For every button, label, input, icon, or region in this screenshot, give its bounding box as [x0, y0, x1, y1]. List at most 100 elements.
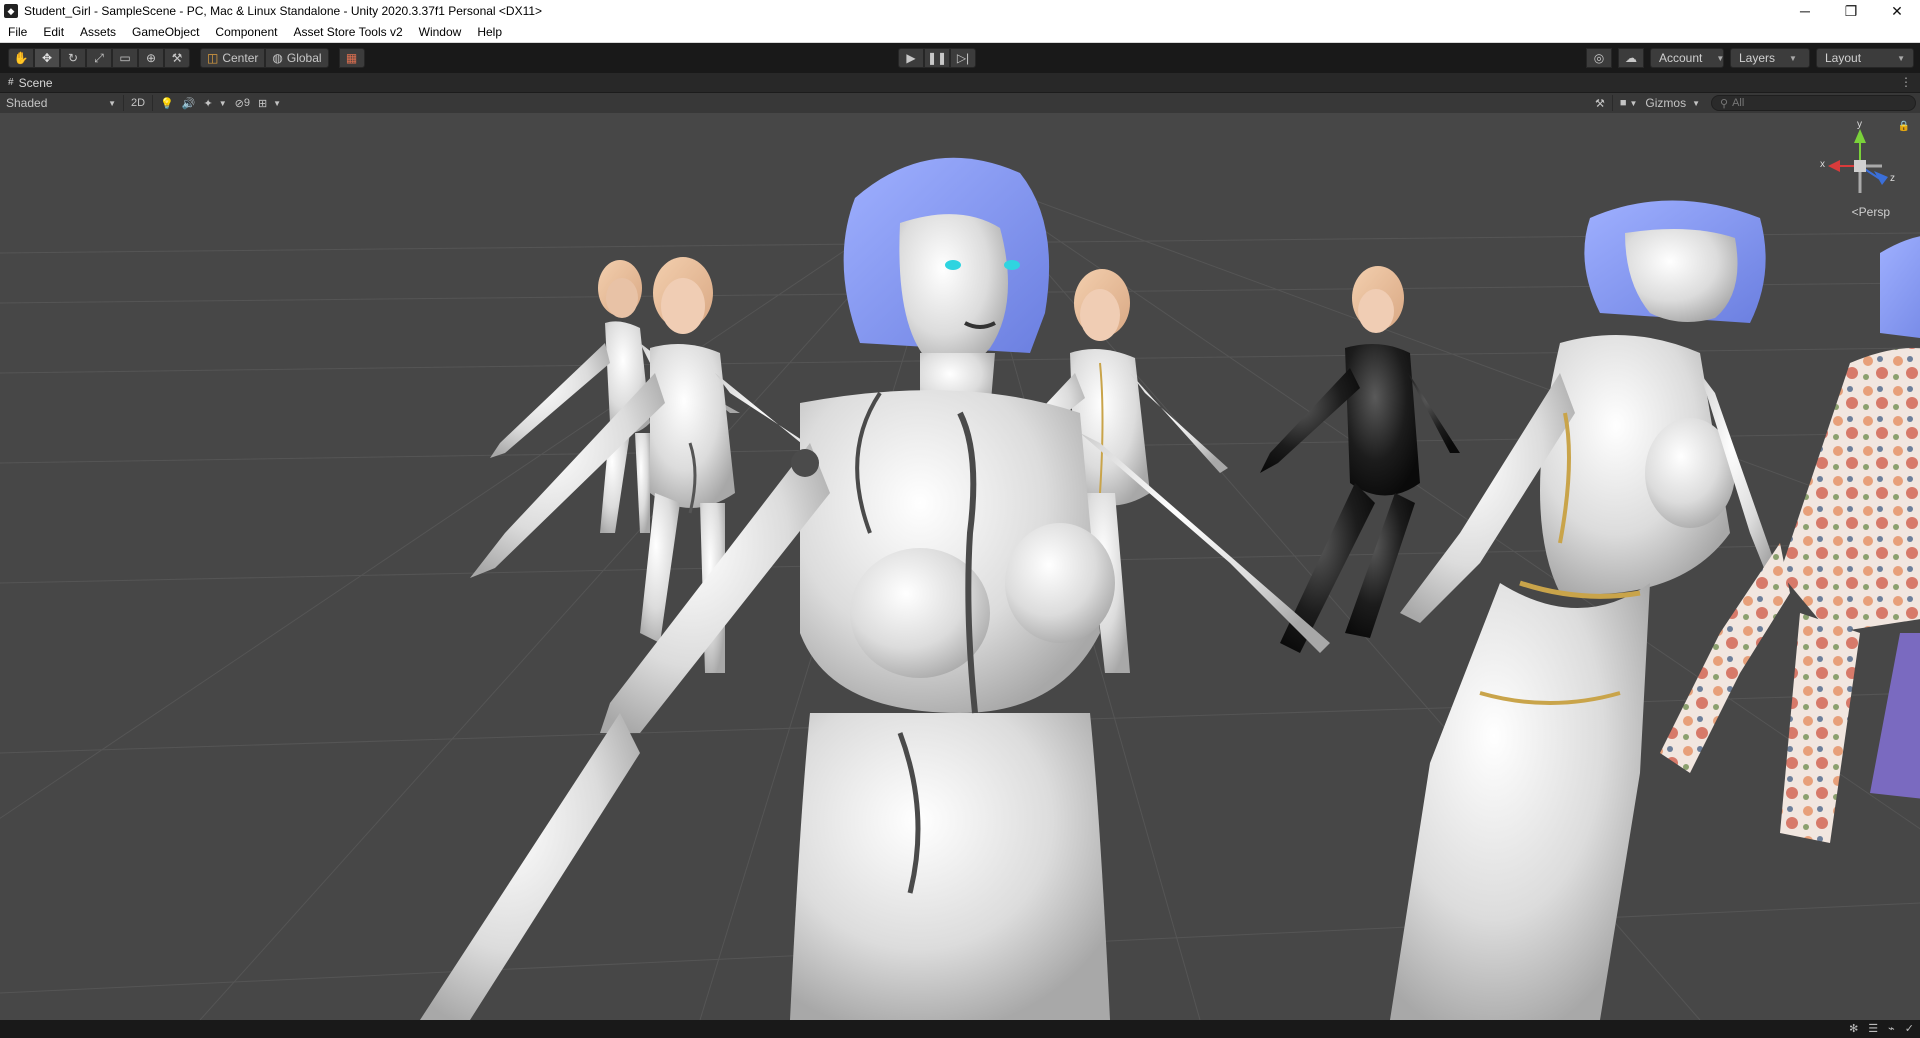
- rotate-tool-button[interactable]: ↻: [60, 48, 86, 68]
- draw-mode-dropdown[interactable]: Shaded ▼: [2, 94, 120, 112]
- menu-file[interactable]: File: [0, 25, 35, 39]
- grid-snap-icon: ▦: [345, 51, 358, 65]
- close-button[interactable]: ✕: [1874, 0, 1920, 22]
- account-dropdown[interactable]: Account ▼: [1650, 48, 1724, 68]
- effects-icon: ✦: [203, 97, 213, 110]
- kebab-menu-icon[interactable]: ⋮: [1900, 75, 1912, 89]
- chevron-down-icon: ▼: [1789, 53, 1797, 63]
- debug-icon[interactable]: ✻: [1849, 1022, 1858, 1035]
- collab-button[interactable]: ◎: [1586, 48, 1612, 68]
- menu-gameobject[interactable]: GameObject: [124, 25, 207, 39]
- menu-window[interactable]: Window: [411, 25, 470, 39]
- status-bar: ✻ ☰ ⌁ ✓: [0, 1020, 1920, 1038]
- menu-asset-store-tools[interactable]: Asset Store Tools v2: [285, 25, 410, 39]
- scene-tab-label: Scene: [18, 75, 53, 90]
- scene-search-input[interactable]: ⚲ All: [1711, 95, 1916, 111]
- scene-objects: [420, 157, 1920, 1021]
- grid-visibility-dropdown[interactable]: ⊞ ▼: [254, 94, 285, 112]
- transform-tool-button[interactable]: ⊕: [138, 48, 164, 68]
- pivot-center-button[interactable]: ◫ Center: [200, 48, 266, 68]
- divider: [152, 95, 154, 111]
- play-controls: ▶ ❚❚ ▷|: [898, 48, 976, 68]
- axis-gizmo-icon: [1828, 129, 1888, 193]
- chevron-down-icon: ▼: [108, 98, 116, 108]
- status-icons: ✻ ☰ ⌁ ✓: [1849, 1022, 1914, 1035]
- custom-tool-button[interactable]: ⚒: [164, 48, 190, 68]
- gizmos-label: Gizmos: [1645, 96, 1687, 110]
- window-titlebar: ◆ Student_Girl - SampleScene - PC, Mac &…: [0, 0, 1920, 22]
- progress-check-icon[interactable]: ✓: [1905, 1022, 1914, 1035]
- chevron-down-icon: ▼: [1716, 53, 1725, 63]
- scene-toolbar: Shaded ▼ 2D 💡 🔊 ✦ ▼ ⊘ 9 ⊞ ▼ ⚒ ■ ▼ Gizmos ▼ ⚲ …: [0, 93, 1920, 113]
- unity-logo-icon: ◆: [4, 4, 18, 18]
- grid-icon: ⊞: [257, 97, 268, 110]
- menu-assets[interactable]: Assets: [72, 25, 124, 39]
- search-icon: ⚲: [1720, 97, 1729, 110]
- auto-generate-lighting-icon[interactable]: ⌁: [1888, 1022, 1895, 1035]
- effects-dropdown[interactable]: ✦ ▼: [199, 94, 230, 112]
- rect-icon: ▭: [119, 51, 131, 65]
- eye-slash-icon: ⊘: [234, 97, 244, 110]
- pivot-label: Center: [222, 51, 259, 65]
- chevron-down-icon: ▼: [218, 98, 227, 108]
- chevron-down-icon: ▼: [1629, 98, 1638, 108]
- snap-group: ▦: [338, 48, 365, 68]
- camera-dropdown[interactable]: ■ ▼: [1616, 94, 1642, 112]
- search-placeholder: All: [1732, 97, 1745, 109]
- hidden-count: 9: [243, 97, 250, 109]
- rect-tool-button[interactable]: ▭: [112, 48, 138, 68]
- play-icon: ▶: [906, 51, 916, 65]
- mode-2d-label: 2D: [131, 97, 146, 109]
- scene-viewport[interactable]: y x z 🔒 <Persp: [0, 113, 1920, 1020]
- layers-dropdown[interactable]: Layers ▼: [1730, 48, 1810, 68]
- layers-label: Layers: [1739, 51, 1776, 65]
- chevron-down-icon: ▼: [1897, 53, 1905, 63]
- hidden-objects-toggle[interactable]: ⊘ 9: [231, 94, 254, 112]
- toggle-2d-button[interactable]: 2D: [127, 94, 149, 112]
- play-button[interactable]: ▶: [898, 48, 924, 68]
- step-icon: ▷|: [956, 51, 970, 65]
- projection-toggle[interactable]: <Persp: [1852, 205, 1890, 219]
- maximize-button[interactable]: ❐: [1828, 0, 1874, 22]
- lighting-toggle[interactable]: 💡: [156, 94, 178, 112]
- minimize-button[interactable]: ─: [1782, 0, 1828, 22]
- tab-scene[interactable]: # Scene: [0, 76, 53, 90]
- axis-x-label: x: [1820, 159, 1825, 170]
- pivot-icon: ◫: [207, 51, 219, 65]
- layout-label: Layout: [1825, 51, 1862, 65]
- gizmos-dropdown[interactable]: Gizmos ▼: [1641, 94, 1704, 112]
- menu-component[interactable]: Component: [207, 25, 285, 39]
- cache-server-icon[interactable]: ☰: [1868, 1022, 1878, 1035]
- divider: [123, 95, 124, 111]
- cloud-button[interactable]: ☁: [1618, 48, 1644, 68]
- move-tool-button[interactable]: ✥: [34, 48, 60, 68]
- menu-help[interactable]: Help: [469, 25, 510, 39]
- move-icon: ✥: [41, 51, 53, 65]
- tools-icon: ⚒: [1594, 97, 1605, 110]
- toolbar-right: ◎ ☁ Account ▼ Layers ▼ Layout ▼: [1586, 48, 1914, 68]
- pause-button[interactable]: ❚❚: [924, 48, 950, 68]
- layout-dropdown[interactable]: Layout ▼: [1816, 48, 1914, 68]
- scale-tool-button[interactable]: ⤢: [86, 48, 112, 68]
- space-label: Global: [286, 51, 322, 65]
- chevron-down-icon: ▼: [1692, 98, 1700, 108]
- step-button[interactable]: ▷|: [950, 48, 976, 68]
- chevron-down-icon: ▼: [273, 98, 282, 108]
- robot-figure-center[interactable]: [420, 157, 1330, 1020]
- account-label: Account: [1659, 51, 1703, 65]
- globe-icon: ◍: [272, 51, 283, 65]
- lock-icon[interactable]: 🔒: [1898, 121, 1910, 132]
- pivot-global-button[interactable]: ◍ Global: [265, 48, 329, 68]
- grid-snap-button[interactable]: ▦: [338, 48, 365, 68]
- audio-toggle[interactable]: 🔊: [178, 94, 200, 112]
- hand-tool-button[interactable]: ✋: [8, 48, 34, 68]
- chevron-left-icon: <: [1851, 205, 1859, 219]
- robot-figure-right-gold[interactable]: [1390, 200, 1780, 1021]
- axis-z-label: z: [1890, 173, 1895, 184]
- tools-icon: ⚒: [171, 51, 183, 65]
- window-controls: ─ ❐ ✕: [1782, 0, 1920, 22]
- divider: [1611, 95, 1613, 111]
- tools-overlay-button[interactable]: ⚒: [1591, 94, 1609, 112]
- menu-edit[interactable]: Edit: [35, 25, 72, 39]
- menu-bar: File Edit Assets GameObject Component As…: [0, 22, 1920, 43]
